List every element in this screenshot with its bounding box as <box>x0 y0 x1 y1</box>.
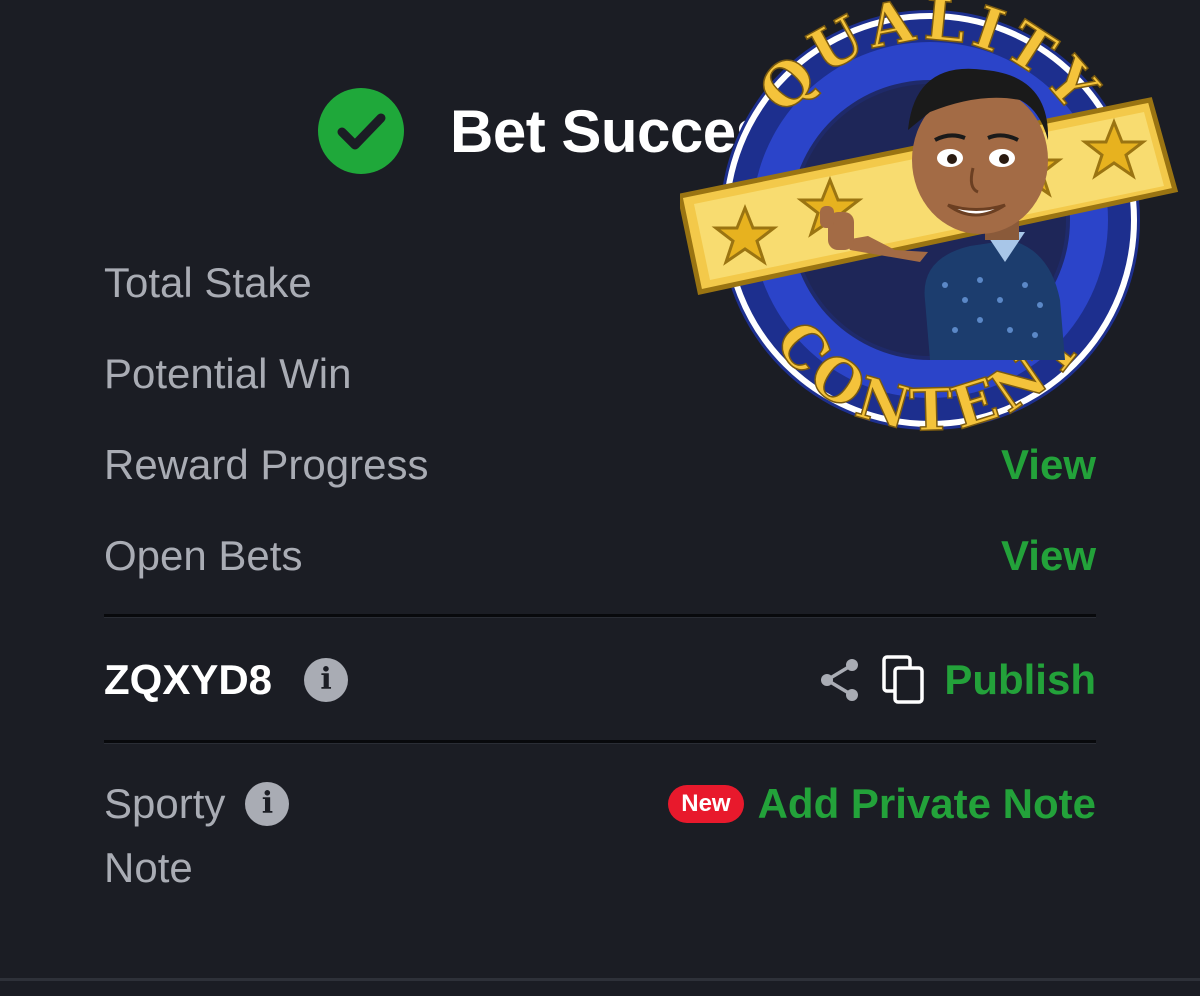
quality-content-sticker: QUALITY CONTENT <box>680 0 1179 442</box>
total-stake-label: Total Stake <box>104 259 312 306</box>
booking-code[interactable]: ZQXYD8 <box>104 656 272 704</box>
reward-progress-label: Reward Progress <box>104 441 429 488</box>
booking-code-row: ZQXYD8 i Publish <box>104 650 1096 710</box>
potential-win-label: Potential Win <box>104 350 352 397</box>
bottom-divider <box>0 978 1200 981</box>
sporty-note-label: Sporty i Note <box>104 772 324 900</box>
info-icon[interactable]: i <box>245 782 290 826</box>
open-bets-row: Open Bets View <box>104 526 1096 586</box>
divider <box>104 614 1096 618</box>
new-badge: New <box>668 785 744 823</box>
reward-progress-view-link[interactable]: View <box>1001 441 1096 489</box>
publish-button[interactable]: Publish <box>944 656 1096 704</box>
info-icon[interactable]: i <box>304 658 349 702</box>
copy-icon[interactable] <box>880 654 928 706</box>
bet-success-screen: Bet Successful Total Stake Potential Win… <box>0 0 1200 996</box>
share-icon[interactable] <box>818 656 862 704</box>
divider <box>104 740 1096 744</box>
sporty-note-row: Sporty i Note New Add Private Note <box>104 772 1096 900</box>
open-bets-label: Open Bets <box>104 532 303 579</box>
sporty-note-label-line2: Note <box>104 844 193 891</box>
open-bets-view-link[interactable]: View <box>1001 532 1096 580</box>
check-circle-icon <box>318 88 404 174</box>
sporty-note-label-line1: Sporty <box>104 780 226 827</box>
reward-progress-row: Reward Progress View <box>104 435 1096 495</box>
add-private-note-button[interactable]: Add Private Note <box>758 780 1096 828</box>
